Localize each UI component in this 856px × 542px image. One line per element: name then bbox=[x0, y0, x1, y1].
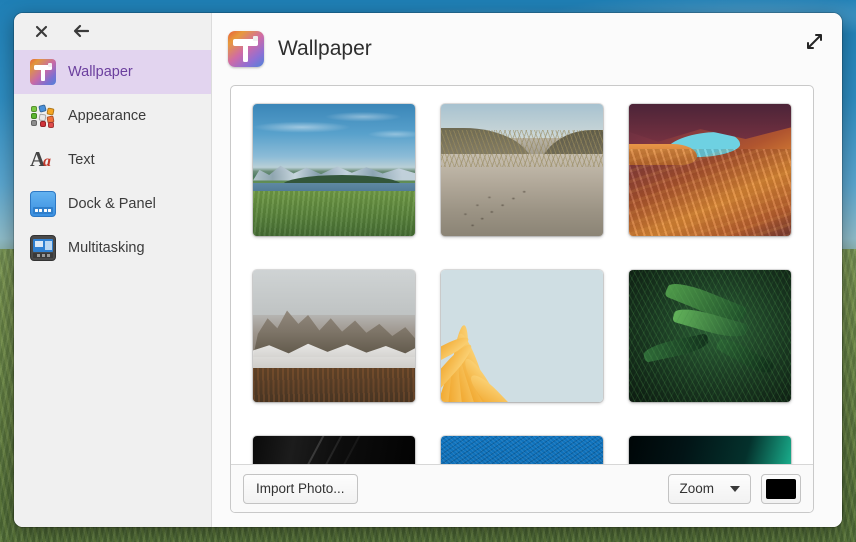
sidebar-item-label: Multitasking bbox=[68, 240, 145, 256]
wallpaper-grid bbox=[253, 104, 791, 464]
import-photo-button[interactable]: Import Photo... bbox=[243, 473, 358, 504]
sidebar-item-text[interactable]: Aa Text bbox=[14, 138, 211, 182]
wallpaper-thumb-slot-canyon[interactable] bbox=[629, 104, 791, 236]
wallpaper-thumb-teal-aurora[interactable] bbox=[629, 436, 791, 464]
color-swatch-chip bbox=[766, 478, 796, 499]
sidebar-item-wallpaper[interactable]: Wallpaper bbox=[14, 50, 211, 94]
wallpaper-thumb-blue-texture[interactable] bbox=[441, 436, 603, 464]
desktop-background: Wallpaper Appearance A a Text Dock & Pan… bbox=[0, 0, 856, 542]
sidebar-item-label: Appearance bbox=[68, 108, 147, 124]
card-footer-toolbar: Import Photo... Zoom bbox=[231, 464, 813, 512]
multitasking-icon bbox=[30, 235, 56, 261]
dock-panel-icon bbox=[30, 191, 56, 217]
zoom-dropdown-label: Zoom bbox=[679, 481, 714, 496]
wallpaper-thumb-sunflower-petals[interactable] bbox=[441, 270, 603, 402]
wallpaper-thumb-sand-dunes[interactable] bbox=[441, 104, 603, 236]
wallpaper-thumb-dark-abstract[interactable] bbox=[253, 436, 415, 464]
main-panel: Wallpaper Import Photo... Zoom bbox=[212, 13, 842, 527]
page-header: Wallpaper bbox=[212, 13, 842, 85]
sidebar-nav-list: Wallpaper Appearance A a Text Dock & Pan… bbox=[14, 49, 211, 270]
sidebar-item-dock-and-panel[interactable]: Dock & Panel bbox=[14, 182, 211, 226]
back-arrow-icon[interactable] bbox=[70, 20, 92, 42]
sidebar-item-multitasking[interactable]: Multitasking bbox=[14, 226, 211, 270]
wallpaper-roller-icon bbox=[228, 31, 264, 67]
window-controls bbox=[14, 13, 211, 49]
wallpaper-thumb-lake-and-mountains[interactable] bbox=[253, 104, 415, 236]
sidebar: Wallpaper Appearance A a Text Dock & Pan… bbox=[14, 13, 212, 527]
color-swatch-button[interactable] bbox=[761, 473, 801, 504]
color-palette-icon bbox=[30, 103, 56, 129]
wallpaper-thumb-dark-fern[interactable] bbox=[629, 270, 791, 402]
wallpaper-thumb-alpine-snow-peaks[interactable] bbox=[253, 270, 415, 402]
sidebar-item-label: Text bbox=[68, 152, 95, 168]
sidebar-item-appearance[interactable]: Appearance bbox=[14, 94, 211, 138]
close-icon[interactable] bbox=[30, 20, 52, 42]
zoom-dropdown[interactable]: Zoom bbox=[668, 473, 751, 504]
text-aa-icon: Aa bbox=[30, 147, 51, 171]
sidebar-item-label: Dock & Panel bbox=[68, 196, 156, 212]
wallpaper-grid-scroll[interactable] bbox=[231, 86, 813, 464]
sidebar-item-label: Wallpaper bbox=[68, 64, 133, 80]
chevron-down-icon bbox=[730, 485, 740, 492]
page-title: Wallpaper bbox=[278, 37, 372, 60]
wallpaper-roller-icon bbox=[30, 59, 56, 85]
settings-window: Wallpaper Appearance A a Text Dock & Pan… bbox=[14, 13, 842, 527]
wallpaper-card: Import Photo... Zoom bbox=[230, 85, 814, 513]
expand-diagonal-icon[interactable] bbox=[804, 31, 824, 51]
